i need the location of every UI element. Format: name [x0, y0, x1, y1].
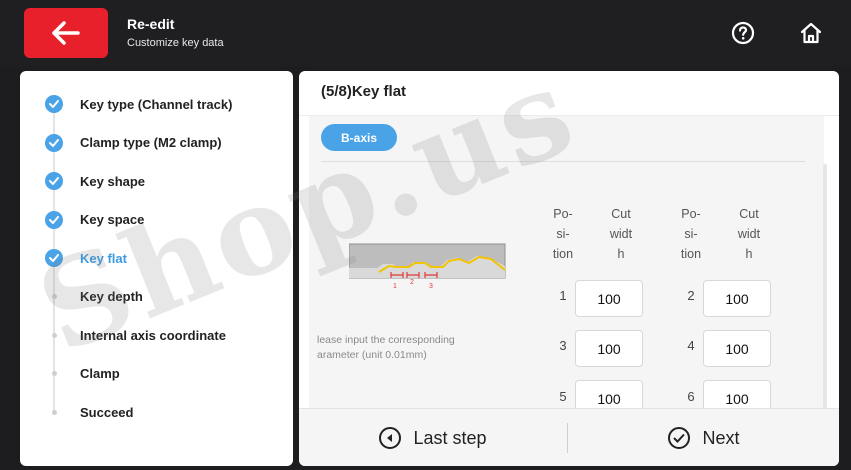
content-area: B-axis 1 2 3 lease input the correspondi… [309, 116, 827, 452]
tab-b-axis[interactable]: B-axis [321, 124, 397, 151]
step-item: Key depth [20, 278, 293, 317]
cut-width-input[interactable]: 100 [575, 330, 643, 367]
position-label: 5 [559, 389, 567, 404]
section-title: (5/8)Key flat [321, 83, 407, 100]
position-label: 1 [559, 288, 567, 303]
step-item: Key type (Channel track) [20, 85, 293, 124]
step-dot-icon [44, 364, 64, 384]
back-button[interactable] [24, 8, 108, 58]
column-header-position: Po- si- tion [552, 207, 574, 261]
position-label: 3 [559, 338, 567, 353]
hint-line: lease input the corresponding [317, 334, 455, 346]
steps-list: Key type (Channel track) Clamp type (M2 c… [20, 71, 293, 432]
step-item: Succeed [20, 393, 293, 432]
step-label: Succeed [80, 404, 134, 420]
dot-icon [51, 332, 57, 338]
check-icon [45, 210, 63, 229]
last-step-label: Last step [413, 427, 487, 448]
key-marker-label: 2 [410, 279, 414, 286]
page-title: Re-edit [127, 16, 175, 32]
help-circle-icon [731, 21, 755, 45]
check-icon [45, 95, 63, 114]
step-label: Key depth [80, 289, 143, 305]
next-label: Next [702, 427, 740, 448]
input-hint: lease input the corresponding arameter (… [317, 333, 455, 363]
key-flat-diagram: 1 2 3 [349, 243, 506, 290]
step-dot-icon [44, 287, 64, 307]
steps-panel: Key type (Channel track) Clamp type (M2 c… [20, 71, 293, 466]
step-label: Key shape [80, 173, 146, 189]
step-dot-icon [44, 325, 64, 345]
divider [321, 161, 805, 162]
check-circle-icon [44, 210, 64, 230]
check-icon [45, 249, 63, 268]
step-label: Clamp type (M2 clamp) [80, 135, 222, 151]
key-marker-label: 1 [393, 283, 397, 290]
position-label: 4 [687, 338, 695, 353]
key-marker-label: 3 [429, 283, 433, 290]
step-label: Key space [80, 212, 145, 228]
position-label: 6 [687, 389, 695, 404]
dot-icon [51, 409, 57, 415]
cut-width-input[interactable]: 100 [703, 280, 771, 317]
step-item: Clamp type (M2 clamp) [20, 124, 293, 163]
step-label: Key flat [80, 250, 127, 266]
top-bar: Re-edit Customize key data [0, 0, 851, 66]
next-button[interactable]: Next [569, 409, 839, 466]
cut-width-input[interactable]: 100 [575, 280, 643, 317]
step-item: Key shape [20, 162, 293, 201]
circle-left-icon [379, 427, 402, 449]
home-icon [800, 22, 822, 44]
step-item: Clamp [20, 355, 293, 394]
column-header-cut-width: Cut widt h [737, 207, 761, 261]
help-button[interactable] [729, 19, 757, 47]
check-circle-icon [44, 133, 64, 153]
column-header-position: Po- si- tion [680, 207, 702, 261]
step-label: Clamp [80, 366, 120, 382]
step-label: Internal axis coordinate [80, 327, 226, 343]
step-label: Key type (Channel track) [80, 96, 233, 112]
step-item: Internal axis coordinate [20, 316, 293, 355]
check-circle-icon [668, 427, 691, 449]
check-circle-icon [44, 171, 64, 191]
step-dot-icon [44, 402, 64, 422]
column-header-cut-width: Cut widt h [609, 207, 633, 261]
dot-icon [51, 294, 57, 300]
check-circle-icon [44, 248, 64, 268]
last-step-button[interactable]: Last step [299, 409, 567, 466]
step-item: Key flat [20, 239, 293, 278]
arrow-left-icon [52, 21, 80, 45]
check-icon [45, 172, 63, 191]
main-panel: (5/8)Key flat B-axis 1 2 3 lease input t… [299, 71, 839, 466]
check-icon [45, 133, 63, 152]
hint-line: arameter (unit 0.01mm) [317, 349, 427, 361]
home-button[interactable] [797, 19, 825, 47]
position-label: 2 [687, 288, 695, 303]
footer-bar: Last step Next [299, 408, 839, 466]
check-circle-icon [44, 94, 64, 114]
title-block: Re-edit Customize key data [127, 16, 224, 51]
page-subtitle: Customize key data [127, 37, 224, 49]
dot-icon [51, 371, 57, 377]
cut-width-input[interactable]: 100 [703, 330, 771, 367]
divider [567, 423, 568, 453]
step-item: Key space [20, 201, 293, 240]
